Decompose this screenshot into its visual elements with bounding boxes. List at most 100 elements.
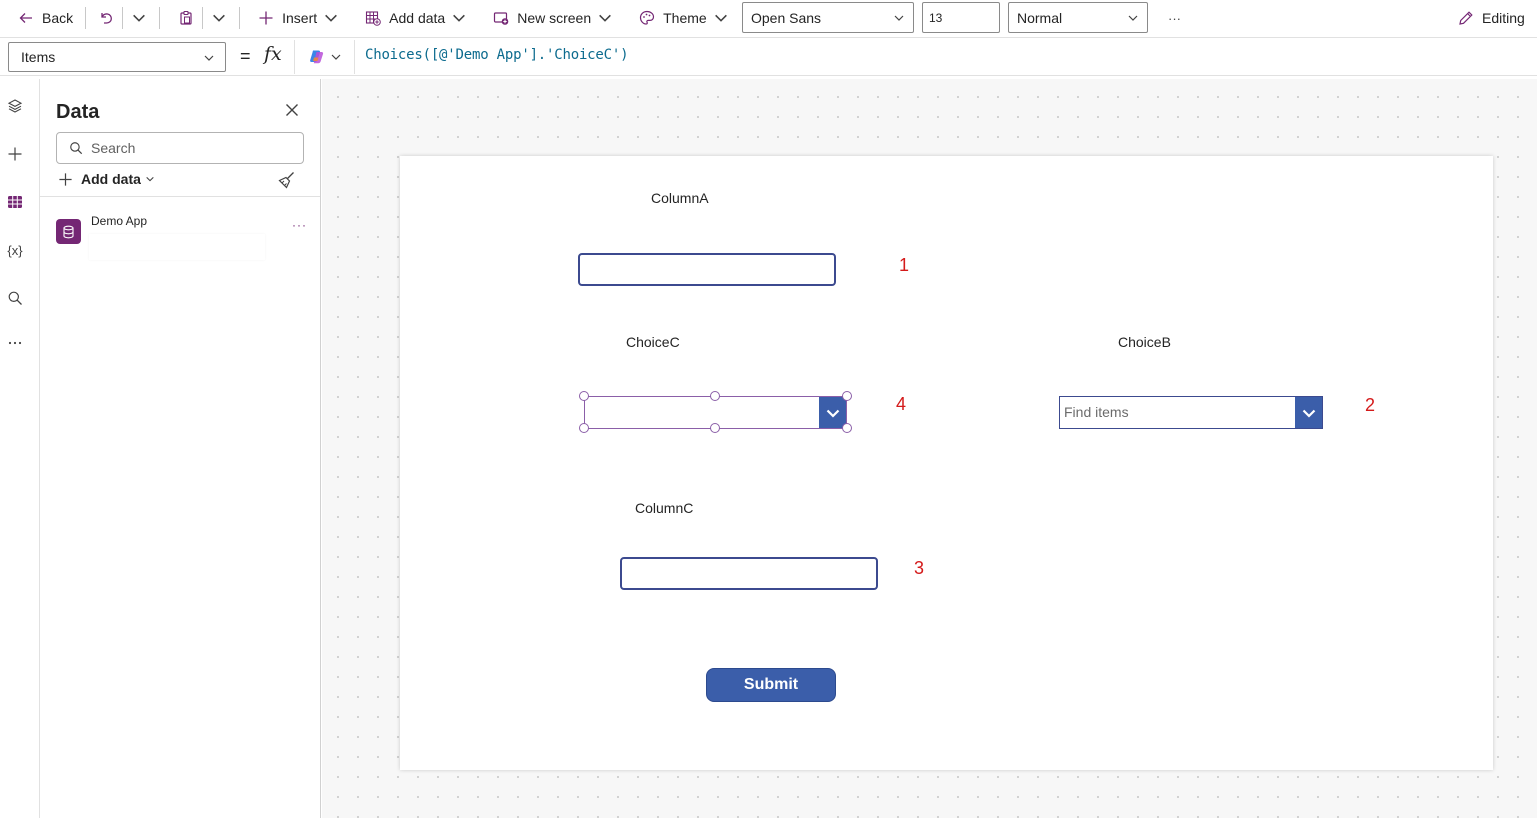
font-family-value: Open Sans <box>751 9 822 26</box>
search-icon <box>70 142 83 155</box>
data-rail-button[interactable] <box>4 191 26 213</box>
property-select[interactable]: Items <box>8 42 226 72</box>
font-size-input[interactable]: 13 <box>922 2 1000 33</box>
insert-rail-button[interactable] <box>4 143 26 165</box>
search-rail-button[interactable] <box>4 287 26 309</box>
toolbar-divider <box>239 7 241 29</box>
annotation-number: 1 <box>899 255 910 275</box>
tree-view-button[interactable] <box>4 95 26 117</box>
fx-icon: fx <box>264 43 282 65</box>
panel-title: Data <box>56 101 100 123</box>
copilot-button[interactable] <box>294 40 355 74</box>
theme-label: Theme <box>663 10 707 26</box>
combobox-placeholder: Find items <box>1064 404 1129 420</box>
more-rail-button[interactable] <box>4 332 26 354</box>
font-size-value: 13 <box>929 10 943 25</box>
plus-icon <box>259 11 273 25</box>
add-data-panel-label: Add data <box>81 171 141 187</box>
resize-handle-bottom-left[interactable] <box>579 423 589 433</box>
left-rail: {x} <box>0 79 40 818</box>
undo-menu-button[interactable] <box>123 3 155 33</box>
plus-icon <box>59 172 72 186</box>
insert-label: Insert <box>282 10 318 26</box>
add-data-label: Add data <box>389 10 446 26</box>
choice-b-label[interactable]: ChoiceB <box>1118 334 1171 350</box>
chevron-down-icon <box>714 14 727 22</box>
paste-button[interactable] <box>164 3 202 33</box>
back-button[interactable]: Back <box>12 3 79 33</box>
choice-b-combobox[interactable]: Find items <box>1059 396 1323 429</box>
editing-label: Editing <box>1482 10 1525 26</box>
data-source-item[interactable]: Demo App ··· <box>56 214 307 264</box>
chevron-down-icon <box>133 14 146 22</box>
toolbar-divider <box>159 7 161 29</box>
submit-label: Submit <box>743 676 799 693</box>
layers-icon <box>7 99 23 113</box>
chevron-down-icon <box>204 55 214 61</box>
dropdown-button[interactable] <box>1295 397 1322 428</box>
data-source-more-button[interactable]: ··· <box>292 218 307 232</box>
more-icon <box>8 341 22 345</box>
data-search-box <box>56 132 304 164</box>
broom-icon[interactable] <box>278 171 296 189</box>
toolbar-divider <box>85 7 87 29</box>
paste-menu-button[interactable] <box>203 3 235 33</box>
search-icon <box>8 291 22 305</box>
column-c-text-input[interactable] <box>620 557 878 590</box>
plus-icon <box>8 147 22 161</box>
table-add-icon <box>366 11 381 26</box>
resize-handle-top-left[interactable] <box>579 391 589 401</box>
equals-sign: = <box>240 46 251 66</box>
annotation-number: 3 <box>914 558 925 578</box>
chevron-down-icon <box>894 15 904 21</box>
chevron-down-icon <box>1128 15 1138 21</box>
formula-input[interactable]: Choices([@'Demo App'].'ChoiceC') <box>365 47 629 63</box>
search-input[interactable] <box>91 140 281 156</box>
new-screen-icon <box>494 12 509 25</box>
palette-icon <box>640 10 655 25</box>
font-family-select[interactable]: Open Sans <box>742 2 914 33</box>
resize-handle-top-middle[interactable] <box>710 391 720 401</box>
add-data-panel-button[interactable]: Add data <box>58 171 155 187</box>
annotation-number: 2 <box>1365 395 1376 415</box>
data-panel: Data Add data Demo App ··· <box>40 79 321 818</box>
column-a-label[interactable]: ColumnA <box>651 190 709 206</box>
data-source-subtitle <box>89 234 265 260</box>
variables-icon: {x} <box>7 242 23 258</box>
copilot-icon <box>309 50 323 64</box>
undo-icon <box>101 13 113 24</box>
resize-handle-top-right[interactable] <box>842 391 852 401</box>
chevron-down-icon <box>146 176 154 182</box>
close-icon[interactable] <box>283 101 301 119</box>
back-label: Back <box>42 10 74 26</box>
pencil-icon <box>1459 11 1473 25</box>
font-weight-select[interactable]: Normal <box>1008 2 1148 33</box>
arrow-left-icon <box>19 13 32 23</box>
new-screen-label: New screen <box>517 10 592 26</box>
app-screen <box>400 156 1493 770</box>
choice-c-label[interactable]: ChoiceC <box>626 334 680 350</box>
chevron-down-icon <box>453 14 466 22</box>
theme-button[interactable]: Theme <box>633 3 735 33</box>
chevron-down-icon <box>331 54 340 60</box>
command-bar: Back Insert Add data New screen Theme Op… <box>0 0 1537 36</box>
property-value: Items <box>21 49 56 65</box>
resize-handle-bottom-middle[interactable] <box>710 423 720 433</box>
variables-rail-button[interactable]: {x} <box>4 239 26 261</box>
insert-button[interactable]: Insert <box>252 3 345 33</box>
column-c-label[interactable]: ColumnC <box>635 500 693 516</box>
formula-bar: Items = fx Choices([@'Demo App'].'Choice… <box>0 37 1537 76</box>
add-data-button[interactable]: Add data <box>359 3 473 33</box>
more-commands-button[interactable]: ··· <box>1162 3 1187 33</box>
chevron-down-icon <box>1302 409 1315 418</box>
undo-button[interactable] <box>90 3 122 33</box>
column-a-text-input[interactable] <box>578 253 836 286</box>
chevron-down-icon <box>325 14 338 22</box>
data-icon <box>8 196 22 208</box>
editing-mode-button[interactable]: Editing <box>1452 3 1531 33</box>
resize-handle-bottom-right[interactable] <box>842 423 852 433</box>
chevron-down-icon <box>213 14 226 22</box>
new-screen-button[interactable]: New screen <box>487 3 619 33</box>
database-icon <box>56 219 81 244</box>
submit-button[interactable]: Submit <box>706 668 836 702</box>
